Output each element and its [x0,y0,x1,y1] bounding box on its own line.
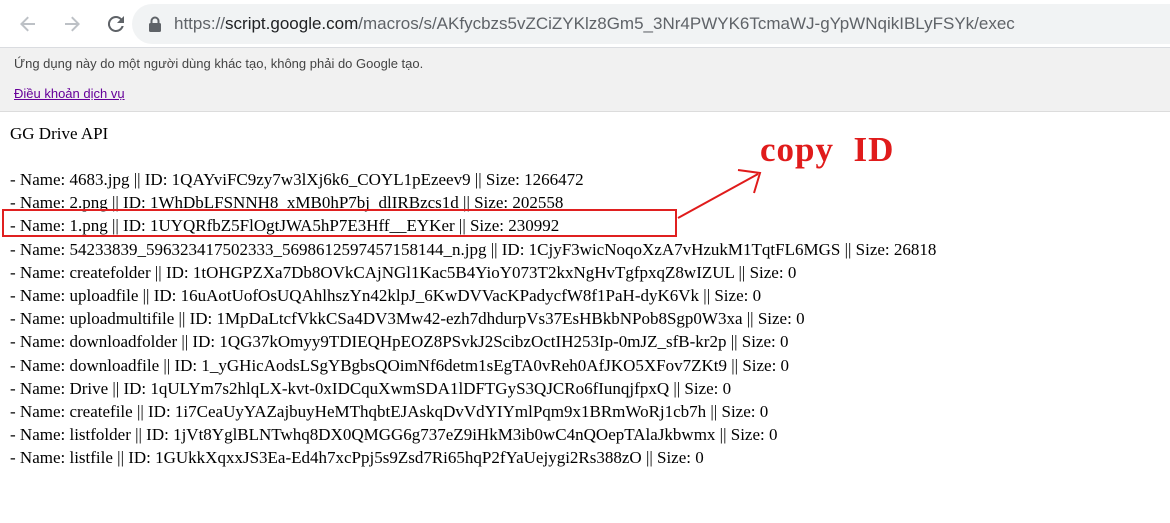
forward-button[interactable] [54,6,90,42]
browser-toolbar: https://script.google.com/macros/s/AKfyc… [0,0,1170,48]
reload-button[interactable] [98,6,134,42]
highlight-box [2,209,677,237]
file-row: - Name: downloadfile || ID: 1_yGHicAodsL… [10,355,790,375]
url-path: /macros/s/AKfycbzs5vZCiZYKlz8Gm5_3Nr4PWY… [358,14,1015,33]
apps-script-warning-banner: Ứng dụng này do một người dùng khác tạo,… [0,48,1170,112]
file-row: - Name: 4683.jpg || ID: 1QAYviFC9zy7w3lX… [10,170,584,189]
file-row: - Name: uploadmultifile || ID: 1MpDaLtcf… [10,309,805,329]
file-row: - Name: downloadfolder || ID: 1QG37kOmyy… [10,332,789,352]
banner-notice: Ứng dụng này do một người dùng khác tạo,… [14,56,424,71]
page-content: GG Drive API - Name: 4683.jpg || ID: 1QA… [10,122,936,470]
file-row: - Name: Drive || ID: 1qULYm7s2hlqLX-kvt-… [10,378,732,398]
url-text: https://script.google.com/macros/s/AKfyc… [174,14,1015,34]
file-row: - Name: listfile || ID: 1GUkkXqxxJS3Ea-E… [10,448,704,468]
file-row: - Name: uploadfile || ID: 16uAotUofOsUQA… [10,286,762,306]
copy-id-annotation: copy ID [760,130,895,169]
arrow-right-icon [65,16,80,31]
arrow-left-icon [20,16,35,31]
terms-of-service-link[interactable]: Điều khoản dịch vụ [14,86,125,101]
annotation-arrow-icon [677,169,762,219]
url-host: script.google.com [225,14,359,33]
address-bar[interactable]: https://script.google.com/macros/s/AKfyc… [132,4,1170,44]
file-row: - Name: createfolder || ID: 1tOHGPZXa7Db… [10,262,797,282]
reload-icon [107,15,124,32]
lock-icon[interactable] [148,16,162,32]
file-row: - Name: 54233839_596323417502333_5698612… [10,239,937,259]
file-row: - Name: listfolder || ID: 1jVt8YglBLNTwh… [10,425,778,445]
url-scheme: https:// [174,14,226,33]
file-row: - Name: createfile || ID: 1i7CeaUyYAZajb… [10,402,769,422]
back-button[interactable] [10,6,46,42]
